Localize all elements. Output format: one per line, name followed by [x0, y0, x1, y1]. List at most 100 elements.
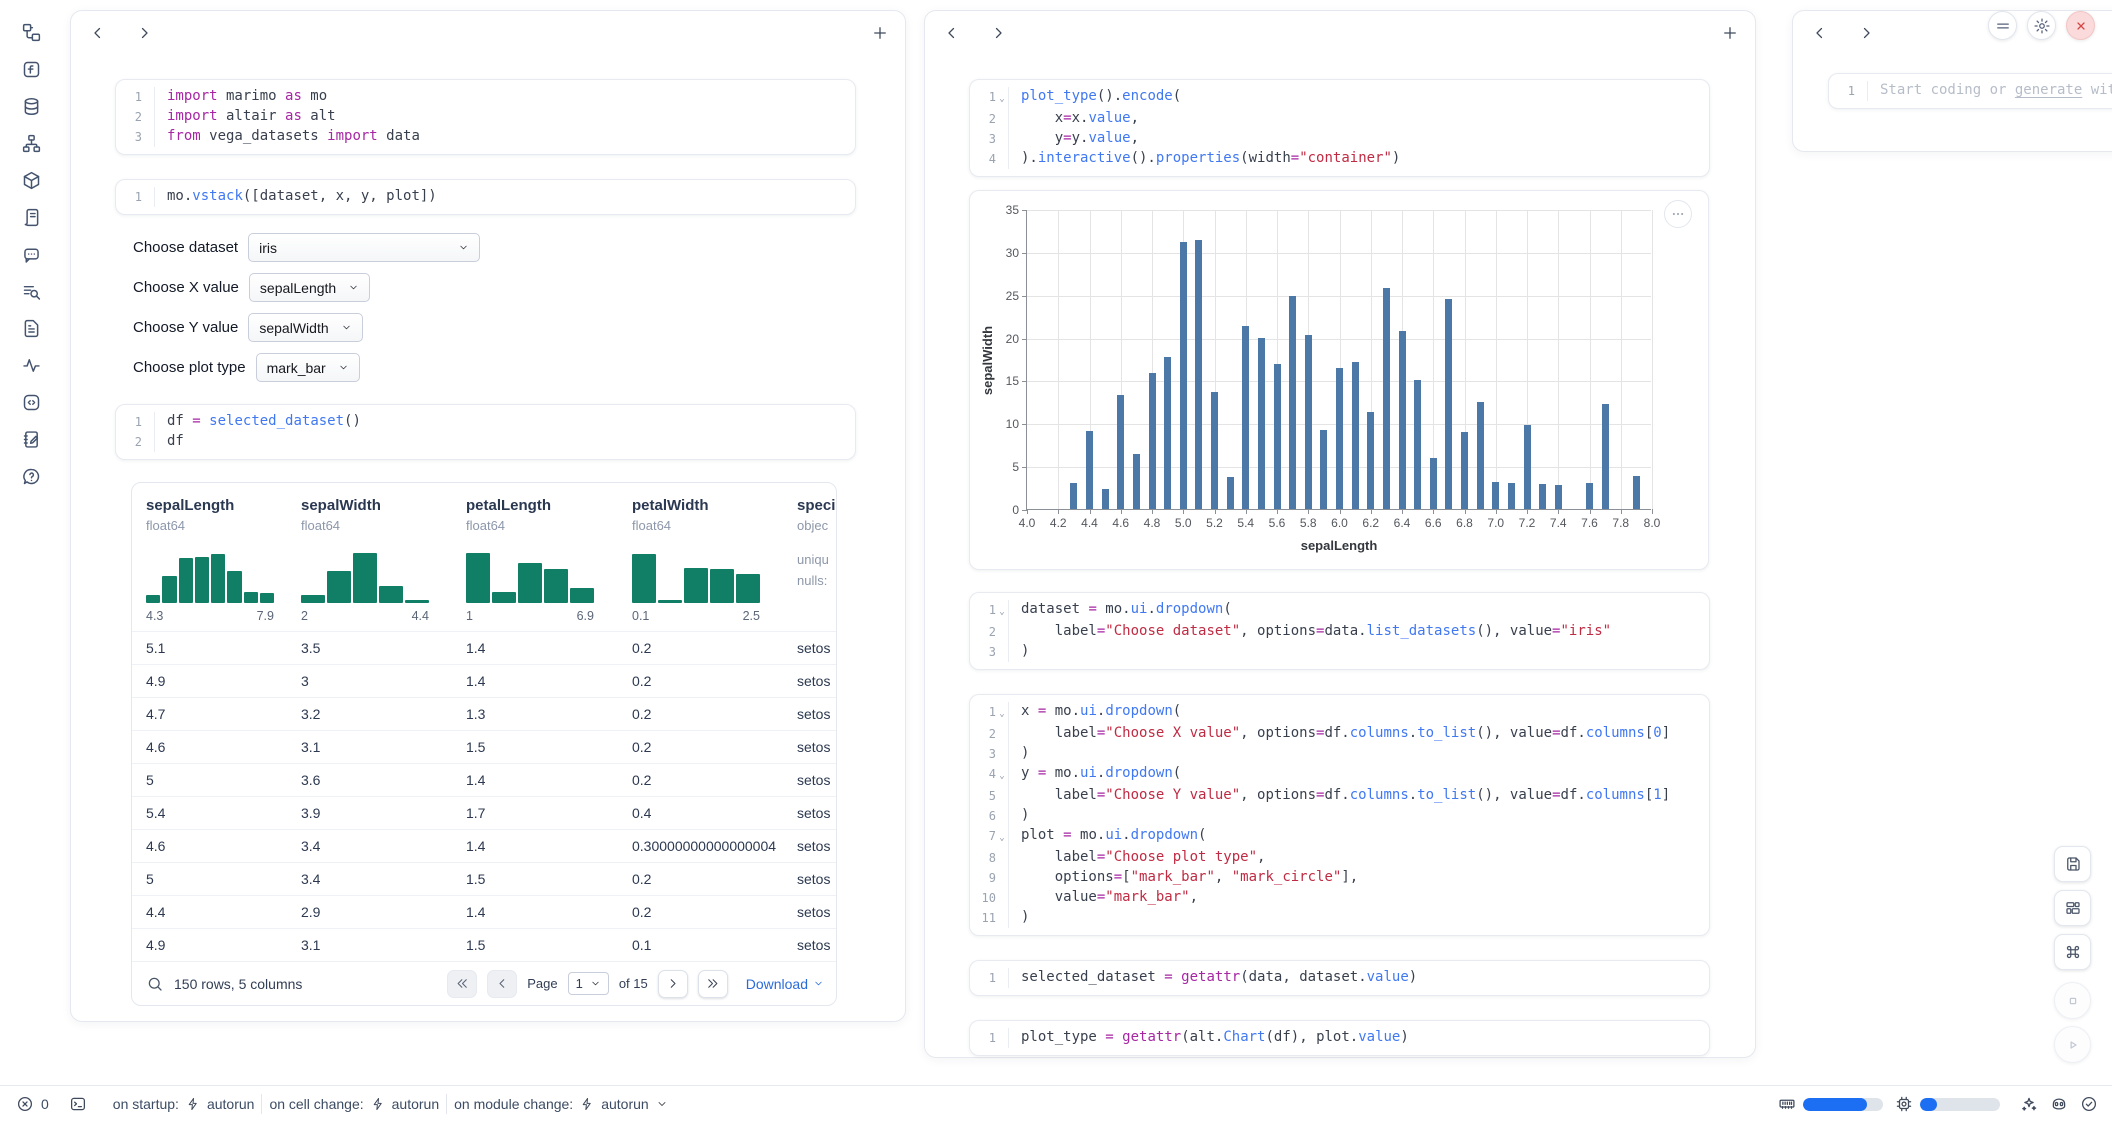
- code-text[interactable]: selected_dataset = getattr(data, dataset…: [1008, 968, 1709, 988]
- column-1-body: 1import marimo as mo2import altair as al…: [71, 55, 905, 1006]
- datasources-icon[interactable]: [20, 95, 42, 117]
- cell-xy-plot-dropdowns[interactable]: 1⌄x = mo.ui.dropdown(2 label="Choose X v…: [969, 694, 1710, 936]
- code-text[interactable]: plot_type().encode(: [1008, 87, 1709, 109]
- runtime-item-2[interactable]: on cell change:autorun: [269, 1096, 439, 1112]
- scratchpad-icon[interactable]: [20, 428, 42, 450]
- column-forward-icon[interactable]: [989, 24, 1007, 42]
- terminal-button[interactable]: [69, 1095, 87, 1113]
- code-text[interactable]: df: [154, 432, 855, 452]
- chat-icon[interactable]: [20, 243, 42, 265]
- code-text[interactable]: label="Choose plot type",: [1008, 848, 1709, 868]
- x-tick: [1121, 509, 1122, 514]
- code-text[interactable]: label="Choose Y value", options=df.colum…: [1008, 786, 1709, 806]
- code-text[interactable]: label="Choose X value", options=df.colum…: [1008, 724, 1709, 744]
- snippets-icon[interactable]: [20, 391, 42, 413]
- code-text[interactable]: ): [1008, 908, 1709, 928]
- menu-button[interactable]: [1988, 11, 2017, 40]
- column-name[interactable]: speci: [797, 497, 837, 514]
- packages-icon[interactable]: [20, 169, 42, 191]
- code-text[interactable]: options=["mark_bar", "mark_circle"],: [1008, 868, 1709, 888]
- column-name[interactable]: sepalLength: [146, 497, 301, 514]
- next-page-button[interactable]: [658, 970, 688, 998]
- dependency-graph-icon[interactable]: [20, 132, 42, 154]
- prev-page-button[interactable]: [487, 970, 517, 998]
- code-text[interactable]: x = mo.ui.dropdown(: [1008, 702, 1709, 724]
- column-back-icon[interactable]: [89, 24, 107, 42]
- column-name[interactable]: petalWidth: [632, 497, 797, 514]
- column-name[interactable]: sepalWidth: [301, 497, 466, 514]
- cell-plot-encode[interactable]: 1⌄plot_type().encode(2 x=x.value,3 y=y.v…: [969, 79, 1710, 177]
- tracebacks-icon[interactable]: [20, 280, 42, 302]
- variables-icon[interactable]: [20, 354, 42, 376]
- choose-dataset-select[interactable]: iris: [248, 233, 480, 262]
- column-back-icon[interactable]: [943, 24, 961, 42]
- cell-df[interactable]: 1df = selected_dataset()2df: [115, 404, 856, 460]
- code-text[interactable]: mo.vstack([dataset, x, y, plot]): [154, 187, 855, 207]
- first-page-button[interactable]: [447, 970, 477, 998]
- cell-plot-type[interactable]: 1plot_type = getattr(alt.Chart(df), plot…: [969, 1020, 1710, 1056]
- command-palette-button[interactable]: [2054, 934, 2091, 970]
- code-line: 4⌄y = mo.ui.dropdown(: [970, 764, 1709, 786]
- code-text[interactable]: y = mo.ui.dropdown(: [1008, 764, 1709, 786]
- add-cell-button[interactable]: [1721, 24, 1739, 42]
- layout-button[interactable]: [2054, 890, 2091, 926]
- code-text[interactable]: y=y.value,: [1008, 129, 1709, 149]
- column-forward-icon[interactable]: [1857, 24, 1875, 42]
- last-page-button[interactable]: [698, 970, 728, 998]
- error-count-badge[interactable]: 0: [16, 1095, 49, 1113]
- code-text[interactable]: from vega_datasets import data: [154, 127, 855, 147]
- code-text[interactable]: x=x.value,: [1008, 109, 1709, 129]
- add-cell-button[interactable]: [871, 24, 889, 42]
- column-name[interactable]: petalLength: [466, 497, 632, 514]
- code-text[interactable]: label="Choose dataset", options=data.lis…: [1008, 622, 1709, 642]
- code-text[interactable]: ): [1008, 642, 1709, 662]
- shutdown-button[interactable]: [2066, 11, 2095, 40]
- code-text[interactable]: ): [1008, 806, 1709, 826]
- chart-actions-icon[interactable]: [1664, 200, 1692, 228]
- empty-ai-cell[interactable]: 1 Start coding or generate with AI: [1828, 73, 2112, 109]
- generate-link[interactable]: generate: [2015, 82, 2082, 98]
- save-button[interactable]: [2054, 846, 2091, 882]
- choose-plot-type-select[interactable]: mark_bar: [256, 353, 360, 382]
- interrupt-button[interactable]: [2054, 982, 2091, 1019]
- runtime-item-1[interactable]: on startup:autorun: [113, 1096, 255, 1112]
- column-back-icon[interactable]: [1811, 24, 1829, 42]
- ai-assistant-button[interactable]: [2020, 1095, 2038, 1113]
- code-text[interactable]: ): [1008, 744, 1709, 764]
- code-text[interactable]: plot = mo.ui.dropdown(: [1008, 826, 1709, 848]
- settings-button[interactable]: [2027, 11, 2056, 40]
- runtime-item-3[interactable]: on module change:autorun: [454, 1096, 668, 1112]
- code-text[interactable]: plot_type = getattr(alt.Chart(df), plot.…: [1008, 1028, 1709, 1048]
- cell-dataset-dropdown[interactable]: 1⌄dataset = mo.ui.dropdown(2 label="Choo…: [969, 592, 1710, 670]
- code-text[interactable]: df = selected_dataset(): [154, 412, 855, 432]
- copilot-button[interactable]: [2050, 1095, 2068, 1113]
- table-scroll-area[interactable]: sepalLengthfloat644.37.9sepalWidthfloat6…: [132, 483, 837, 961]
- code-text[interactable]: value="mark_bar",: [1008, 888, 1709, 908]
- documentation-icon[interactable]: [20, 317, 42, 339]
- cell-imports[interactable]: 1import marimo as mo2import altair as al…: [115, 79, 856, 155]
- logs-icon[interactable]: [20, 206, 42, 228]
- help-icon[interactable]: [20, 465, 42, 487]
- code-text[interactable]: import marimo as mo: [154, 87, 855, 107]
- column-forward-icon[interactable]: [135, 24, 153, 42]
- table-cell: 1.4: [466, 772, 632, 788]
- page-select[interactable]: 1: [568, 972, 609, 995]
- file-tree-icon[interactable]: [20, 21, 42, 43]
- chart-bar: [1180, 242, 1187, 509]
- functions-icon[interactable]: [20, 58, 42, 80]
- cell-vstack[interactable]: 1mo.vstack([dataset, x, y, plot]): [115, 179, 856, 215]
- cell-selected-dataset[interactable]: 1selected_dataset = getattr(data, datase…: [969, 960, 1710, 996]
- choose-y-value-select[interactable]: sepalWidth: [248, 313, 362, 342]
- run-all-button[interactable]: [2054, 1026, 2091, 1063]
- search-icon[interactable]: [146, 975, 164, 993]
- column-meta: uniqunulls:: [797, 549, 837, 591]
- chart-plot[interactable]: sepalWidth sepalLength 4.04.24.44.64.85.…: [1026, 210, 1651, 510]
- line-number: 2: [970, 724, 996, 744]
- download-button[interactable]: Download: [746, 976, 824, 992]
- code-text[interactable]: dataset = mo.ui.dropdown(: [1008, 600, 1709, 622]
- ai-cell-code[interactable]: Start coding or generate with AI: [1867, 81, 2112, 101]
- code-text[interactable]: ).interactive().properties(width="contai…: [1008, 149, 1709, 169]
- code-text[interactable]: import altair as alt: [154, 107, 855, 127]
- choose-x-value-select[interactable]: sepalLength: [249, 273, 370, 302]
- connection-status-button[interactable]: [2080, 1095, 2098, 1113]
